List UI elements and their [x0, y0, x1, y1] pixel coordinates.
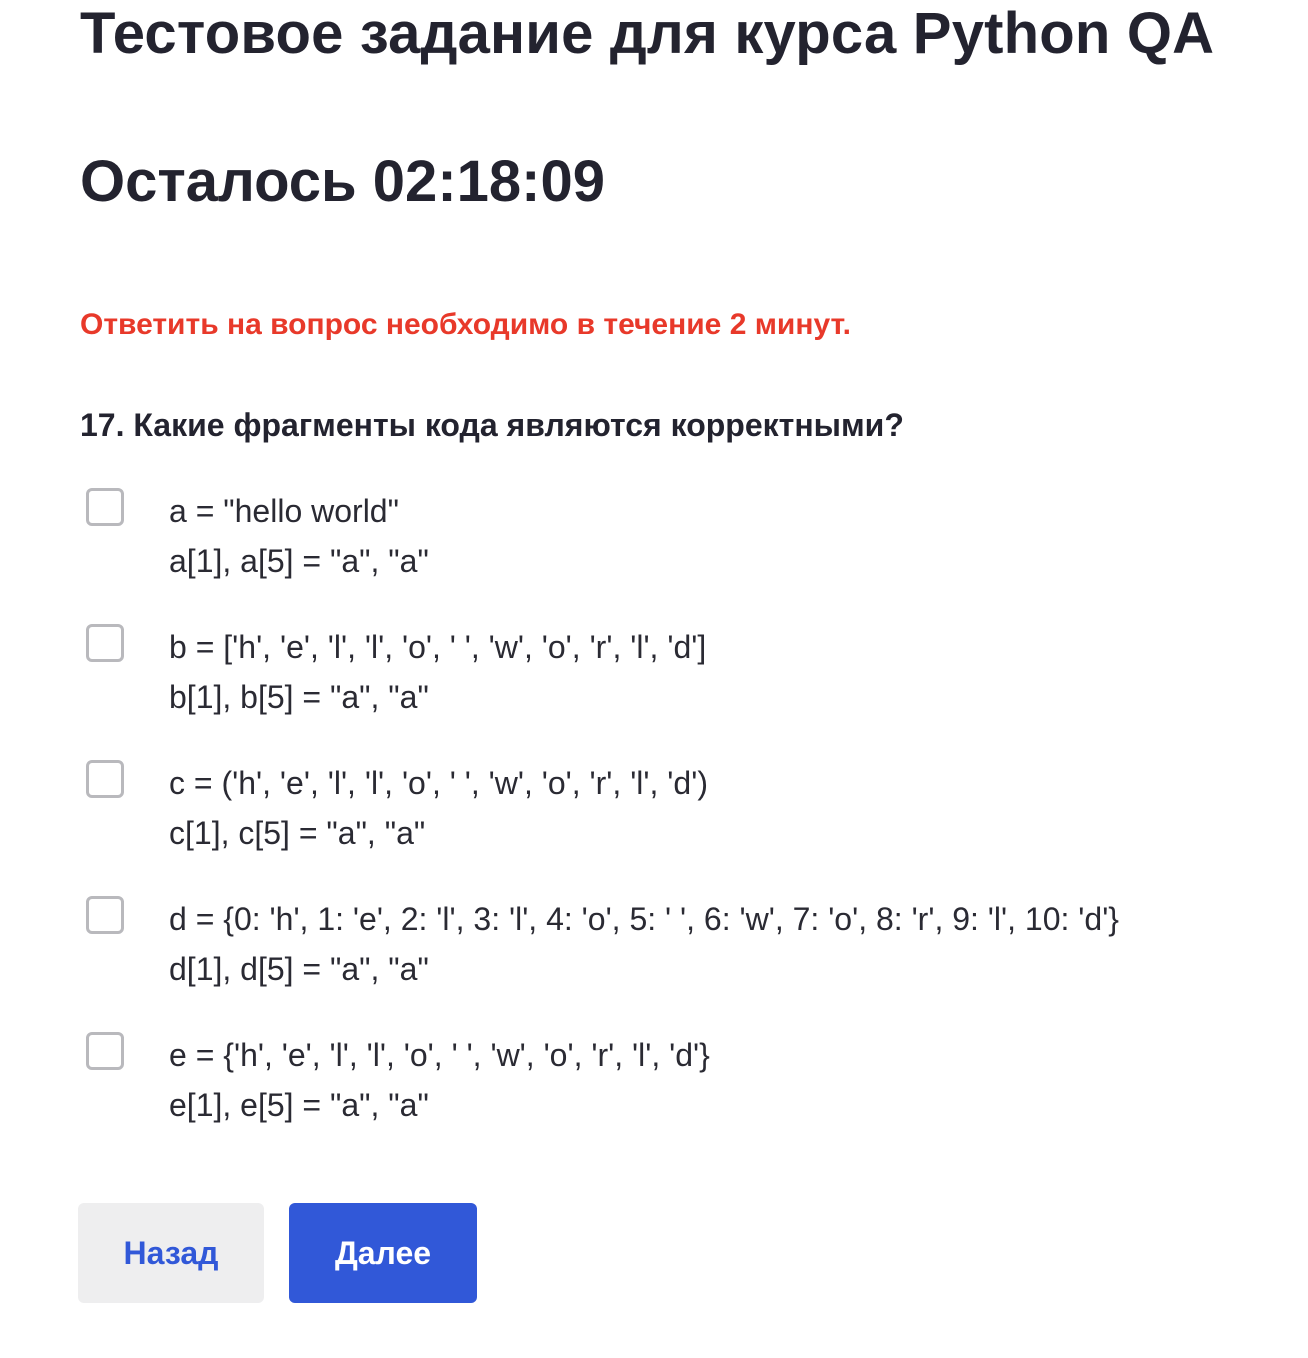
page-title: Тестовое задание для курса Python QA — [80, 1, 1215, 66]
option-code: c = ('h', 'e', 'l', 'l', 'o', ' ', 'w', … — [169, 758, 708, 858]
option-code-line-2: c[1], c[5] = "a", "a" — [169, 815, 426, 851]
question-text: 17. Какие фрагменты кода являются коррек… — [80, 407, 904, 443]
option-code: b = ['h', 'e', 'l', 'l', 'o', ' ', 'w', … — [169, 622, 706, 722]
checkbox-option-d[interactable] — [86, 896, 124, 934]
answer-option-c[interactable]: c = ('h', 'e', 'l', 'l', 'o', ' ', 'w', … — [86, 758, 1286, 894]
option-code-line-1: d = {0: 'h', 1: 'e', 2: 'l', 3: 'l', 4: … — [169, 901, 1119, 937]
option-code-line-2: e[1], e[5] = "a", "a" — [169, 1087, 429, 1123]
option-code: d = {0: 'h', 1: 'e', 2: 'l', 3: 'l', 4: … — [169, 894, 1119, 994]
option-code-line-2: a[1], a[5] = "a", "a" — [169, 543, 429, 579]
answer-options: a = "hello world" a[1], a[5] = "a", "a" … — [86, 486, 1286, 1166]
option-code-line-2: d[1], d[5] = "a", "a" — [169, 951, 429, 987]
answer-option-b[interactable]: b = ['h', 'e', 'l', 'l', 'o', ' ', 'w', … — [86, 622, 1286, 758]
option-code-line-2: b[1], b[5] = "a", "a" — [169, 679, 429, 715]
option-code: a = "hello world" a[1], a[5] = "a", "a" — [169, 486, 429, 586]
option-code-line-1: c = ('h', 'e', 'l', 'l', 'o', ' ', 'w', … — [169, 765, 708, 801]
answer-option-a[interactable]: a = "hello world" a[1], a[5] = "a", "a" — [86, 486, 1286, 622]
checkbox-option-a[interactable] — [86, 488, 124, 526]
option-code-line-1: a = "hello world" — [169, 493, 399, 529]
checkbox-option-c[interactable] — [86, 760, 124, 798]
answer-option-e[interactable]: e = {'h', 'e', 'l', 'l', 'o', ' ', 'w', … — [86, 1030, 1286, 1166]
answer-option-d[interactable]: d = {0: 'h', 1: 'e', 2: 'l', 3: 'l', 4: … — [86, 894, 1286, 1030]
option-code: e = {'h', 'e', 'l', 'l', 'o', ' ', 'w', … — [169, 1030, 710, 1130]
next-button[interactable]: Далее — [289, 1203, 477, 1303]
checkbox-option-e[interactable] — [86, 1032, 124, 1070]
time-limit-warning: Ответить на вопрос необходимо в течение … — [80, 308, 851, 341]
checkbox-option-b[interactable] — [86, 624, 124, 662]
option-code-line-1: e = {'h', 'e', 'l', 'l', 'o', ' ', 'w', … — [169, 1037, 710, 1073]
option-code-line-1: b = ['h', 'e', 'l', 'l', 'o', ' ', 'w', … — [169, 629, 707, 665]
back-button[interactable]: Назад — [78, 1203, 264, 1303]
timer-remaining: Осталось 02:18:09 — [80, 149, 605, 214]
